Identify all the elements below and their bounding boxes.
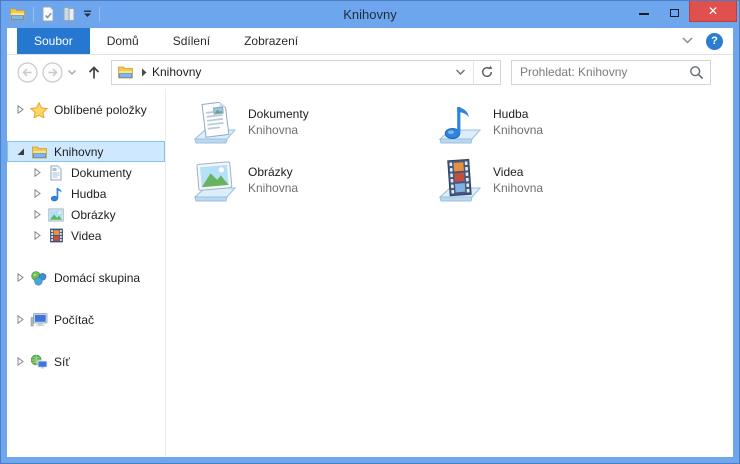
back-button[interactable] — [17, 62, 38, 83]
qat-customize-dropdown-icon[interactable] — [83, 10, 92, 18]
music-note-icon — [47, 186, 65, 202]
tile-title: Obrázky — [248, 165, 298, 179]
sidebar-item-label: Hudba — [71, 187, 106, 201]
homegroup-icon — [30, 270, 48, 286]
pictures-library-icon — [191, 158, 239, 206]
search-input[interactable] — [514, 65, 689, 79]
window-controls: ✕ — [629, 1, 737, 22]
sidebar-item-label: Videa — [71, 229, 101, 243]
tile-title: Dokumenty — [248, 107, 309, 121]
documents-library-icon — [191, 100, 239, 148]
collapsed-expander-icon[interactable] — [32, 231, 43, 240]
collapsed-expander-icon[interactable] — [32, 168, 43, 177]
forward-button[interactable] — [42, 62, 63, 83]
sidebar-item-libraries[interactable]: Knihovny — [7, 141, 165, 162]
sidebar-item-videos[interactable]: Videa — [7, 225, 165, 246]
sidebar-item-network[interactable]: Síť — [7, 351, 165, 372]
sidebar-item-pictures[interactable]: Obrázky — [7, 204, 165, 225]
sidebar-item-label: Dokumenty — [71, 166, 132, 180]
help-button[interactable]: ? — [706, 33, 723, 50]
library-tile-documents[interactable]: Dokumenty Knihovna — [191, 100, 436, 158]
network-icon — [30, 354, 48, 370]
tab-share[interactable]: Sdílení — [156, 28, 227, 54]
close-button[interactable]: ✕ — [689, 1, 737, 22]
tile-subtitle: Knihovna — [493, 181, 543, 195]
ribbon-expand-button[interactable] — [681, 32, 694, 50]
pictures-icon — [47, 207, 65, 223]
items-view: Dokumenty Knihovna — [166, 89, 733, 457]
collapsed-expander-icon[interactable] — [15, 105, 26, 114]
collapsed-expander-icon[interactable] — [15, 357, 26, 366]
navigation-pane: Oblíbené položky Knihovny — [7, 89, 165, 457]
library-tile-pictures[interactable]: Obrázky Knihovna — [191, 158, 436, 216]
videos-library-icon — [436, 158, 484, 206]
ribbon-tabstrip: Soubor Domů Sdílení Zobrazení ? — [7, 28, 733, 55]
sidebar-item-label: Počítač — [54, 313, 94, 327]
tab-home[interactable]: Domů — [90, 28, 156, 54]
collapsed-expander-icon[interactable] — [15, 273, 26, 282]
search-icon[interactable] — [689, 65, 704, 80]
new-folder-button[interactable] — [62, 6, 76, 22]
collapsed-expander-icon[interactable] — [32, 189, 43, 198]
window-body: Oblíbené položky Knihovny — [7, 89, 733, 457]
tile-subtitle: Knihovna — [493, 123, 543, 137]
sidebar-item-label: Obrázky — [71, 208, 116, 222]
sidebar-item-label: Domácí skupina — [54, 271, 140, 285]
documents-icon — [47, 165, 65, 181]
up-button[interactable] — [86, 64, 102, 81]
sidebar-item-label: Oblíbené položky — [54, 103, 147, 117]
library-tile-videos[interactable]: Videa Knihovna — [436, 158, 681, 216]
collapsed-expander-icon[interactable] — [15, 315, 26, 324]
music-library-icon — [436, 100, 484, 148]
help-icon: ? — [711, 35, 718, 47]
sidebar-item-computer[interactable]: Počítač — [7, 309, 165, 330]
breadcrumb-item[interactable]: Knihovny — [152, 65, 201, 79]
properties-button[interactable] — [41, 6, 55, 22]
close-icon: ✕ — [708, 4, 718, 18]
explorer-folder-icon — [9, 6, 26, 22]
search-box[interactable] — [511, 60, 711, 85]
address-location-icon — [117, 64, 134, 80]
tile-title: Videa — [493, 165, 543, 179]
sidebar-item-favorites[interactable]: Oblíbené položky — [7, 99, 165, 120]
refresh-button[interactable] — [474, 61, 500, 84]
libraries-folder-icon — [30, 144, 48, 160]
sidebar-item-music[interactable]: Hudba — [7, 183, 165, 204]
tile-title: Hudba — [493, 107, 543, 121]
address-dropdown-button[interactable] — [447, 61, 473, 84]
tile-subtitle: Knihovna — [248, 123, 309, 137]
tab-view[interactable]: Zobrazení — [227, 28, 315, 54]
sidebar-item-documents[interactable]: Dokumenty — [7, 162, 165, 183]
favorites-star-icon — [30, 102, 48, 118]
maximize-icon — [670, 9, 679, 17]
quick-access-toolbar — [9, 5, 100, 23]
computer-icon — [30, 312, 48, 328]
sidebar-item-label: Knihovny — [54, 145, 103, 159]
maximize-button[interactable] — [659, 1, 689, 22]
expanded-expander-icon[interactable] — [15, 148, 26, 156]
collapsed-expander-icon[interactable] — [32, 210, 43, 219]
window-title: Knihovny — [121, 1, 619, 27]
library-tile-music[interactable]: Hudba Knihovna — [436, 100, 681, 158]
navigation-bar: Knihovny — [7, 55, 733, 89]
address-bar[interactable]: Knihovny — [111, 60, 501, 85]
sidebar-item-homegroup[interactable]: Domácí skupina — [7, 267, 165, 288]
minimize-button[interactable] — [629, 1, 659, 22]
explorer-window: Knihovny ✕ Soubor Domů Sdílení Zobrazení… — [0, 0, 740, 464]
titlebar: Knihovny ✕ — [1, 1, 739, 28]
tab-file[interactable]: Soubor — [17, 28, 90, 54]
breadcrumb-arrow-icon[interactable] — [141, 68, 147, 77]
qat-separator — [33, 7, 34, 22]
recent-locations-dropdown[interactable] — [67, 69, 77, 76]
tile-subtitle: Knihovna — [248, 181, 298, 195]
minimize-icon — [639, 12, 649, 15]
sidebar-item-label: Síť — [54, 355, 70, 369]
videos-filmstrip-icon — [47, 228, 65, 244]
qat-separator — [99, 7, 100, 22]
